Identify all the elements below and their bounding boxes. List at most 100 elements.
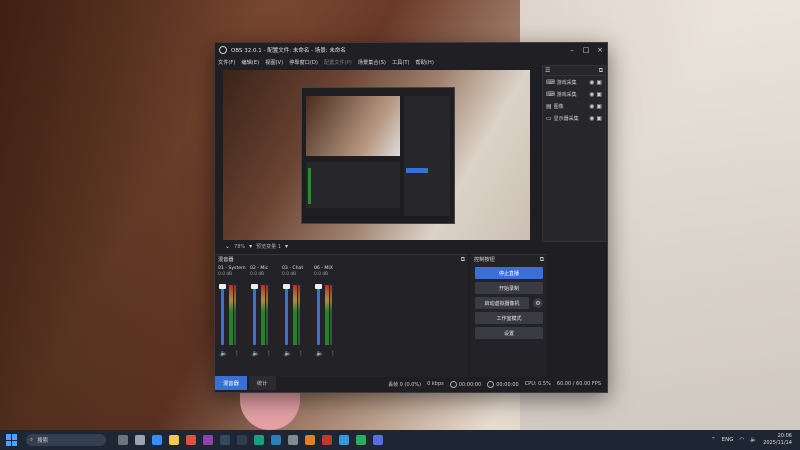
lock-icon[interactable]: ▣ xyxy=(596,115,602,122)
studio-mode-button[interactable]: 工作室模式 xyxy=(475,312,543,324)
folder-icon[interactable] xyxy=(169,435,179,445)
channel-name: 03 - Chat xyxy=(282,266,304,271)
source-label: 显示器采集 xyxy=(553,115,579,122)
fader-knob[interactable] xyxy=(219,284,226,289)
speaker-icon[interactable]: 🔈 xyxy=(284,350,291,357)
menu-edit[interactable]: 编辑(E) xyxy=(241,59,259,66)
app-icon[interactable] xyxy=(203,435,213,445)
eye-icon[interactable]: ◉ xyxy=(589,115,594,122)
menu-tools[interactable]: 工具(T) xyxy=(392,59,410,66)
windows-start-icon[interactable] xyxy=(6,434,18,446)
level-meter-r xyxy=(234,285,236,345)
level-meter xyxy=(293,285,297,345)
maximize-button[interactable]: □ xyxy=(579,46,593,54)
sources-header: ☰ ⧉ xyxy=(543,66,605,76)
app-icon[interactable] xyxy=(271,435,281,445)
undock-icon[interactable]: ⧉ xyxy=(461,256,465,264)
more-icon[interactable]: ⋮ xyxy=(298,350,304,357)
obs-icon[interactable] xyxy=(220,435,230,445)
tray-language[interactable]: ENG xyxy=(722,437,734,443)
source-item[interactable]: ▭ 显示器采集 ◉ ▣ xyxy=(543,112,605,124)
settings-button[interactable]: 设置 xyxy=(475,327,543,339)
dropdown-icon[interactable]: ▾ xyxy=(249,243,252,250)
speaker-icon[interactable]: 🔈 xyxy=(220,350,227,357)
start-record-button[interactable]: 开始录制 xyxy=(475,282,543,294)
controls-title: 控制按钮 xyxy=(474,257,495,263)
undock-icon[interactable]: ⧉ xyxy=(540,256,544,264)
clock[interactable]: 20:06 2025/11/14 xyxy=(763,433,792,447)
eye-icon[interactable]: ◉ xyxy=(589,91,594,98)
lock-icon[interactable]: ▣ xyxy=(596,91,602,98)
fader-knob[interactable] xyxy=(315,284,322,289)
fader-knob[interactable] xyxy=(251,284,258,289)
dropdown-icon[interactable]: ▾ xyxy=(285,243,288,250)
chevron-down-icon[interactable]: ⌄ xyxy=(225,243,230,250)
volume-fader[interactable] xyxy=(221,285,224,345)
system-tray: ⌃ ENG ◠ 🔈 20:06 2025/11/14 xyxy=(711,433,800,447)
menu-profile[interactable]: 配置文件(P) xyxy=(324,59,352,66)
app-icon[interactable] xyxy=(118,435,128,445)
fader-knob[interactable] xyxy=(283,284,290,289)
minimize-button[interactable]: – xyxy=(565,46,579,54)
record-status-icon xyxy=(487,380,495,388)
close-button[interactable]: × xyxy=(593,46,607,54)
volume-fader[interactable] xyxy=(253,285,256,345)
app-icon[interactable] xyxy=(356,435,366,445)
volume-fader[interactable] xyxy=(285,285,288,345)
chevron-up-icon[interactable]: ⌃ xyxy=(711,437,716,443)
app-icon[interactable] xyxy=(305,435,315,445)
scene-select[interactable]: 预览变量 1 xyxy=(256,243,281,250)
eye-icon[interactable]: ◉ xyxy=(589,103,594,110)
level-meter xyxy=(261,285,265,345)
chrome-icon[interactable] xyxy=(186,435,196,445)
more-icon[interactable]: ⋮ xyxy=(330,350,336,357)
menu-docks[interactable]: 停靠窗口(D) xyxy=(289,59,318,66)
menu-file[interactable]: 文件(F) xyxy=(218,59,235,66)
app-icon[interactable] xyxy=(152,435,162,445)
stop-stream-button[interactable]: 停止直播 xyxy=(475,267,543,279)
source-item[interactable]: ▤ 图像 ◉ ▣ xyxy=(543,100,605,112)
source-item[interactable]: ⌨ 游戏采集 ◉ ▣ xyxy=(543,88,605,100)
start-virtualcam-button[interactable]: 启动虚拟摄像机 xyxy=(475,297,529,309)
zoom-level[interactable]: 78% xyxy=(234,244,245,250)
title-bar[interactable]: OBS 32.0.1 - 配置文件: 未命名 - 场景: 未命名 – □ × xyxy=(215,43,607,57)
lock-icon[interactable]: ▣ xyxy=(596,79,602,86)
controls-panel: 控制按钮 ⧉ 停止直播 开始录制 启动虚拟摄像机 ⚙ 工作室模式 设置 xyxy=(471,254,547,377)
menu-scene-collection[interactable]: 场景集合(S) xyxy=(358,59,386,66)
more-icon[interactable]: ⋮ xyxy=(266,350,272,357)
eye-icon[interactable]: ◉ xyxy=(589,79,594,86)
search-icon: ⌕ xyxy=(30,436,34,443)
app-icon[interactable] xyxy=(288,435,298,445)
record-time: 00:00:00 xyxy=(487,380,519,388)
menu-help[interactable]: 帮助(H) xyxy=(416,59,434,66)
volume-icon[interactable]: 🔈 xyxy=(750,437,757,443)
speaker-icon[interactable]: 🔈 xyxy=(316,350,323,357)
taskbar: ⌕ 搜索 ⌃ ENG ◠ 🔈 20:06 2025/11/14 xyxy=(0,430,800,450)
sources-undock-icon[interactable]: ⧉ xyxy=(599,67,603,75)
speaker-icon[interactable]: 🔈 xyxy=(252,350,259,357)
channel-db: 0.0 dB xyxy=(282,272,297,277)
volume-fader[interactable] xyxy=(317,285,320,345)
stream-status-icon xyxy=(449,380,457,388)
mixer-channel: 06 - MIX 0.0 dB 🔈 ⋮ xyxy=(314,266,342,361)
gear-icon[interactable]: ⚙ xyxy=(533,298,543,308)
sources-menu-icon[interactable]: ☰ xyxy=(545,67,550,74)
menu-view[interactable]: 视图(V) xyxy=(265,59,283,66)
app-icon[interactable] xyxy=(339,435,349,445)
channel-db: 0.0 dB xyxy=(218,272,233,277)
monitor-icon: ▭ xyxy=(546,114,552,122)
app-icon[interactable] xyxy=(322,435,332,445)
steam-icon[interactable] xyxy=(237,435,247,445)
level-meter-r xyxy=(330,285,332,345)
lock-icon[interactable]: ▣ xyxy=(596,103,602,110)
taskbar-search[interactable]: ⌕ 搜索 xyxy=(26,434,106,446)
source-item[interactable]: ⌨ 游戏采集 ◉ ▣ xyxy=(543,76,605,88)
obs-logo-icon xyxy=(219,46,227,54)
source-label: 游戏采集 xyxy=(556,91,577,98)
app-icon[interactable] xyxy=(373,435,383,445)
more-icon[interactable]: ⋮ xyxy=(234,350,240,357)
preview-canvas[interactable] xyxy=(223,70,530,240)
app-icon[interactable] xyxy=(135,435,145,445)
wifi-icon[interactable]: ◠ xyxy=(740,437,745,443)
app-icon[interactable] xyxy=(254,435,264,445)
